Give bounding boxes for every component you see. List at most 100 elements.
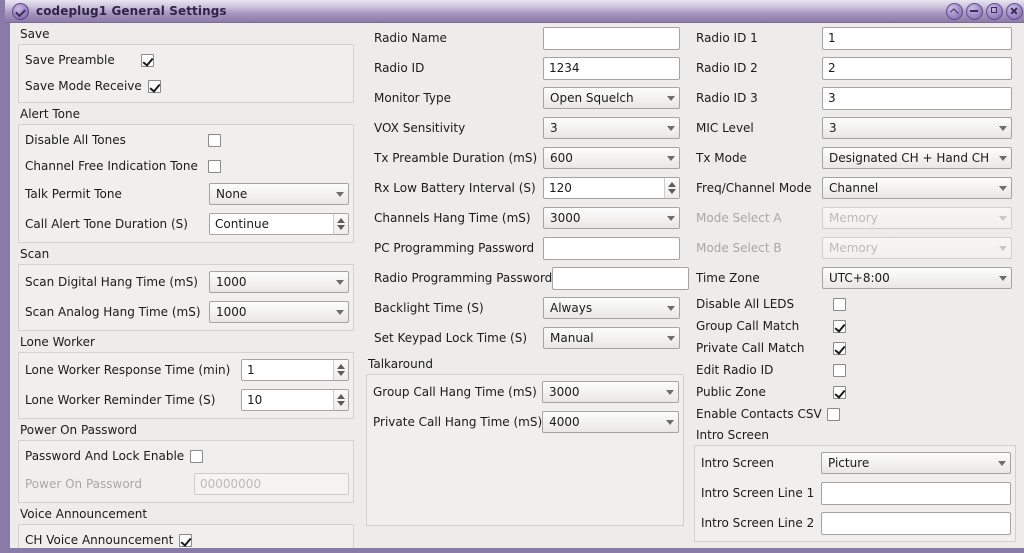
input-intro-screen-line-2[interactable] [821, 511, 1011, 535]
input-pc-programming-password[interactable] [543, 236, 680, 260]
label-talk-permit-tone: Talk Permit Tone [25, 187, 122, 201]
row-mode-select-a: Mode Select A Memory [692, 203, 1016, 233]
chevron-down-icon [998, 460, 1006, 466]
row-channels-hang-time: Channels Hang Time (mS) 3000 [370, 203, 684, 233]
checkbox-enable-contacts-csv[interactable] [826, 407, 840, 421]
combo-value-group-call-hang-time: 3000 [549, 385, 580, 399]
combo-channels-hang-time[interactable]: 3000 [543, 207, 680, 229]
label-call-alert-duration: Call Alert Tone Duration (S) [25, 217, 188, 231]
label-channel-free-tone: Channel Free Indication Tone [25, 159, 198, 173]
checkbox-save-mode-receive[interactable] [147, 79, 161, 93]
row-radio-id-3: Radio ID 3 3 [692, 83, 1016, 113]
group-title-alert-tone: Alert Tone [20, 107, 80, 121]
input-radio-name[interactable] [543, 26, 680, 50]
spinner-lone-worker-response-time[interactable]: 1 [241, 359, 349, 381]
combo-scan-digital-hang-time[interactable]: 1000 [209, 271, 349, 293]
combo-intro-screen[interactable]: Picture [821, 452, 1011, 474]
title-bar[interactable]: codeplug1 General Settings [5, 0, 1024, 23]
row-lone-worker-response-time: Lone Worker Response Time (min) 1 [19, 355, 353, 385]
checkbox-group-call-match[interactable] [833, 319, 846, 333]
checkbox-disable-all-leds[interactable] [833, 297, 846, 311]
checkbox-edit-radio-id[interactable] [833, 363, 846, 377]
spinner-lone-worker-reminder-time[interactable]: 10 [241, 389, 349, 411]
label-channels-hang-time: Channels Hang Time (mS) [374, 211, 531, 225]
input-radio-id-3[interactable]: 3 [822, 86, 1012, 110]
row-rx-low-battery-interval: Rx Low Battery Interval (S) 120 [370, 173, 684, 203]
spinner-buttons[interactable] [333, 360, 348, 380]
maximize-button[interactable] [986, 2, 1003, 20]
rollup-button[interactable] [946, 2, 963, 20]
label-password-and-lock-enable: Password And Lock Enable [25, 449, 185, 463]
checkbox-password-and-lock-enable[interactable] [190, 449, 204, 463]
spinner-buttons[interactable] [333, 390, 348, 410]
checkbox-ch-voice-announcement[interactable] [179, 533, 193, 547]
group-title-talkaround: Talkaround [368, 357, 433, 371]
chevron-down-icon [999, 155, 1007, 161]
checkbox-disable-all-tones[interactable] [208, 133, 221, 147]
combo-value-scan-analog-hang-time: 1000 [216, 305, 247, 319]
checkbox-public-zone[interactable] [833, 385, 846, 399]
label-mode-select-b: Mode Select B [696, 241, 782, 255]
combo-value-set-keypad-lock-time: Manual [550, 331, 594, 345]
spinner-call-alert-duration[interactable]: Continue [209, 213, 349, 235]
row-channel-free-tone: Channel Free Indication Tone [19, 153, 353, 179]
window-menu-chevron-icon[interactable] [12, 2, 29, 20]
label-radio-name: Radio Name [374, 31, 447, 45]
label-radio-id: Radio ID [374, 61, 425, 75]
group-title-intro-screen: Intro Screen [696, 428, 769, 442]
combo-mode-select-a[interactable]: Memory [822, 207, 1012, 229]
label-pc-programming-password: PC Programming Password [374, 241, 535, 255]
row-password-and-lock-enable: Password And Lock Enable [19, 443, 353, 469]
label-private-call-match: Private Call Match [696, 341, 805, 355]
label-tx-preamble-duration: Tx Preamble Duration (mS) [374, 151, 538, 165]
input-radio-id-1[interactable]: 1 [822, 26, 1012, 50]
combo-backlight-time[interactable]: Always [543, 297, 680, 319]
combo-mode-select-b[interactable]: Memory [822, 237, 1012, 259]
combo-monitor-type[interactable]: Open Squelch [543, 87, 680, 109]
chevron-down-icon [999, 215, 1007, 221]
row-group-call-hang-time: Group Call Hang Time (mS) 3000 [367, 377, 683, 407]
group-title-lone-worker: Lone Worker [20, 335, 95, 349]
combo-time-zone[interactable]: UTC+8:00 [822, 267, 1012, 289]
input-radio-programming-password[interactable] [552, 266, 690, 290]
row-enable-contacts-csv: Enable Contacts CSV [692, 403, 1016, 425]
chevron-down-icon [666, 389, 674, 395]
combo-vox-sensitivity[interactable]: 3 [543, 117, 680, 139]
spinner-rx-low-battery-interval[interactable]: 120 [543, 177, 680, 199]
combo-set-keypad-lock-time[interactable]: Manual [543, 327, 680, 349]
spinner-buttons[interactable] [664, 178, 679, 198]
input-radio-id[interactable]: 1234 [543, 56, 680, 80]
combo-tx-mode[interactable]: Designated CH + Hand CH [822, 147, 1012, 169]
close-button[interactable] [1006, 2, 1023, 20]
label-power-on-password: Power On Password [25, 477, 143, 491]
label-time-zone: Time Zone [696, 271, 760, 285]
row-scan-digital-hang-time: Scan Digital Hang Time (mS) 1000 [19, 267, 353, 297]
combo-freq-channel-mode[interactable]: Channel [822, 177, 1012, 199]
combo-value-intro-screen: Picture [828, 456, 870, 470]
input-radio-id-2[interactable]: 2 [822, 56, 1012, 80]
label-edit-radio-id: Edit Radio ID [696, 363, 774, 377]
row-disable-all-tones: Disable All Tones [19, 127, 353, 153]
minimize-button[interactable] [966, 2, 983, 20]
combo-tx-preamble-duration[interactable]: 600 [543, 147, 680, 169]
combo-value-backlight-time: Always [550, 301, 593, 315]
checkbox-save-preamble[interactable] [140, 53, 154, 67]
combo-talk-permit-tone[interactable]: None [209, 183, 349, 205]
combo-mic-level[interactable]: 3 [822, 117, 1012, 139]
label-rx-low-battery-interval: Rx Low Battery Interval (S) [374, 181, 536, 195]
spinner-buttons[interactable] [333, 214, 348, 234]
window-title: codeplug1 General Settings [36, 4, 227, 18]
chevron-down-icon [999, 245, 1007, 251]
combo-value-tx-preamble-duration: 600 [550, 151, 573, 165]
combo-private-call-hang-time[interactable]: 4000 [542, 411, 680, 433]
input-power-on-password[interactable]: 00000000 [194, 473, 349, 495]
input-intro-screen-line-1[interactable] [821, 481, 1011, 505]
combo-scan-analog-hang-time[interactable]: 1000 [209, 301, 349, 323]
row-public-zone: Public Zone [692, 381, 1016, 403]
combo-value-mic-level: 3 [829, 121, 837, 135]
checkbox-channel-free-tone[interactable] [208, 159, 221, 173]
combo-group-call-hang-time[interactable]: 3000 [542, 381, 679, 403]
label-vox-sensitivity: VOX Sensitivity [374, 121, 466, 135]
checkbox-private-call-match[interactable] [833, 341, 846, 355]
label-lone-worker-reminder-time: Lone Worker Reminder Time (S) [25, 393, 216, 407]
